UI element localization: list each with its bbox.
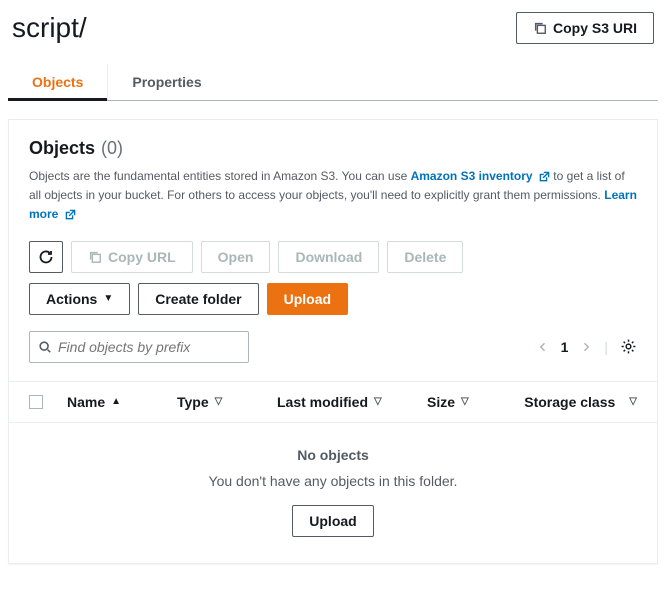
column-size[interactable]: Size ▽ (427, 394, 515, 410)
prev-page-icon (537, 341, 549, 353)
copy-icon (88, 250, 102, 264)
download-button: Download (278, 241, 379, 273)
column-last-modified[interactable]: Last modified ▽ (277, 394, 427, 410)
search-icon (38, 340, 52, 354)
panel-description: Objects are the fundamental entities sto… (29, 167, 637, 225)
sort-icon: ▽ (461, 396, 469, 407)
external-link-icon (65, 209, 76, 220)
actions-dropdown[interactable]: Actions ▼ (29, 283, 130, 315)
copy-s3-uri-button[interactable]: Copy S3 URI (516, 12, 654, 44)
column-storage-class[interactable]: Storage class ▽ (515, 394, 637, 410)
gear-icon (620, 338, 637, 355)
inventory-link-text: Amazon S3 inventory (411, 169, 533, 183)
select-all-checkbox[interactable] (29, 395, 43, 409)
panel-title-text: Objects (29, 138, 95, 159)
actions-label: Actions (46, 291, 97, 307)
page-number: 1 (561, 339, 569, 355)
column-class-label: Storage class (524, 394, 615, 410)
settings-button[interactable] (620, 338, 637, 355)
inventory-link[interactable]: Amazon S3 inventory (411, 169, 554, 183)
tab-objects[interactable]: Objects (8, 64, 108, 100)
column-name-label: Name (67, 394, 105, 410)
delete-button: Delete (387, 241, 463, 273)
copy-url-label: Copy URL (108, 249, 176, 265)
objects-panel: Objects (0) Objects are the fundamental … (8, 119, 658, 564)
search-box[interactable] (29, 331, 249, 363)
copy-url-button: Copy URL (71, 241, 193, 273)
empty-subtitle: You don't have any objects in this folde… (9, 473, 657, 489)
object-count: (0) (101, 138, 123, 159)
column-type-label: Type (177, 394, 209, 410)
column-type[interactable]: Type ▽ (177, 394, 277, 410)
external-link-icon (539, 171, 550, 182)
empty-title: No objects (9, 447, 657, 463)
column-modified-label: Last modified (277, 394, 368, 410)
column-size-label: Size (427, 394, 455, 410)
panel-title: Objects (0) (29, 138, 637, 159)
tab-properties[interactable]: Properties (108, 64, 225, 100)
sort-icon: ▽ (215, 396, 223, 407)
copy-icon (533, 21, 547, 35)
search-input[interactable] (58, 339, 240, 355)
create-folder-button[interactable]: Create folder (138, 283, 258, 315)
page-title: script/ (12, 12, 87, 44)
sort-icon: ▽ (629, 396, 637, 407)
open-button: Open (201, 241, 271, 273)
copy-s3-uri-label: Copy S3 URI (553, 20, 637, 36)
sort-icon: ▽ (374, 396, 382, 407)
next-page-icon (580, 341, 592, 353)
refresh-button[interactable] (29, 241, 63, 273)
upload-button[interactable]: Upload (267, 283, 348, 315)
empty-state: No objects You don't have any objects in… (9, 423, 657, 563)
desc-pre: Objects are the fundamental entities sto… (29, 169, 411, 183)
refresh-icon (38, 249, 54, 265)
table-header-row: Name ▲ Type ▽ Last modified ▽ Size ▽ Sto… (9, 381, 657, 423)
caret-down-icon: ▼ (103, 293, 113, 304)
empty-upload-button[interactable]: Upload (292, 505, 373, 537)
column-name[interactable]: Name ▲ (67, 394, 177, 410)
pagination: 1 | (537, 338, 637, 355)
sort-asc-icon: ▲ (111, 396, 121, 407)
